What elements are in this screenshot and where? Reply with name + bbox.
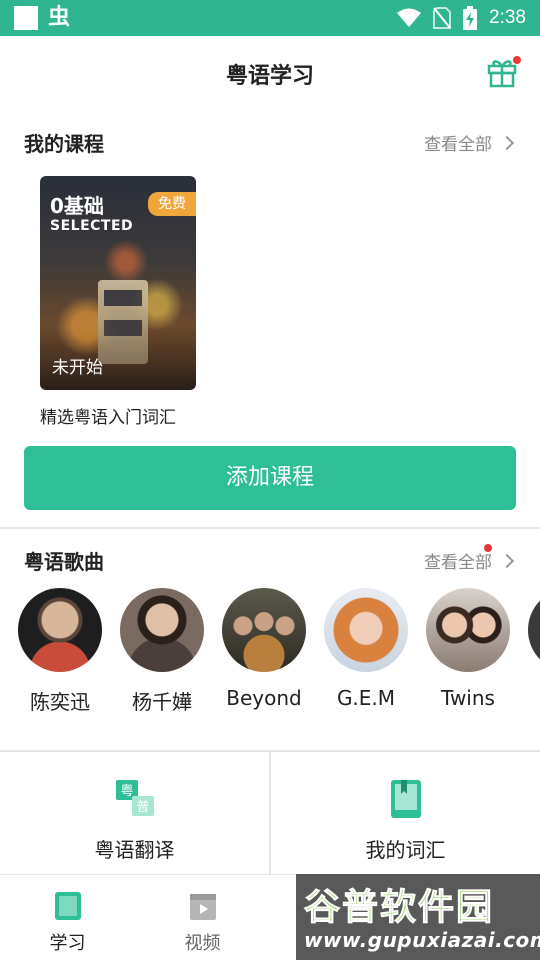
watermark-title: 谷普软件园 — [303, 887, 495, 929]
nav-label-video: 视频 — [184, 933, 221, 954]
vocab-book-icon — [390, 780, 421, 818]
study-icon — [54, 892, 81, 920]
course-name[interactable]: 精选粤语入门词汇 — [40, 403, 176, 428]
gift-notification-dot — [513, 56, 521, 64]
status-bar: 虫 2:38 — [0, 0, 540, 36]
nav-item-study[interactable]: 学习 — [0, 875, 135, 960]
translate-icon: 粤 普 — [115, 780, 154, 816]
tram-image — [98, 280, 148, 364]
singer-name: 陈奕迅 — [30, 690, 90, 714]
course-selected-label: SELECTED — [50, 218, 134, 234]
courses-view-all-link[interactable]: 查看全部 — [424, 130, 515, 155]
view-all-label: 查看全部 — [424, 553, 492, 573]
course-status: 未开始 — [52, 358, 103, 378]
free-badge: 免费 — [148, 192, 196, 216]
course-level-badge: 0基础 — [50, 194, 104, 218]
app-header: 粤语学习 — [0, 36, 540, 108]
vocab-label: 我的词汇 — [365, 838, 446, 862]
add-course-button[interactable]: 添加课程 — [24, 446, 516, 510]
singer-item[interactable]: Beyond — [222, 588, 306, 710]
nav-label-study: 学习 — [49, 933, 86, 954]
singer-avatar — [18, 588, 102, 672]
course-card[interactable]: 0基础 SELECTED 免费 未开始 — [40, 176, 196, 390]
singer-item[interactable]: 杨千嬅 — [120, 588, 204, 715]
no-sim-icon — [433, 7, 452, 29]
translate-tool[interactable]: 粤 普 粤语翻译 — [0, 752, 269, 874]
singer-item[interactable]: G.E.M — [324, 588, 408, 710]
songs-header: 粤语歌曲 查看全部 — [0, 540, 540, 580]
watermark-overlay: 谷普软件园 www.gupuxiazai.com — [296, 874, 540, 960]
wifi-icon — [397, 8, 422, 27]
translate-icon-char-cantonese: 粤 — [120, 783, 133, 799]
chevron-right-icon — [499, 135, 515, 150]
singer-avatar — [324, 588, 408, 672]
gift-button[interactable] — [486, 56, 521, 88]
singer-name: 杨千嬅 — [132, 690, 192, 714]
translate-label: 粤语翻译 — [94, 838, 175, 862]
singer-name: Beyond — [226, 686, 302, 710]
section-divider — [0, 527, 540, 529]
page-title: 粤语学习 — [225, 64, 314, 89]
battery-charging-icon — [463, 6, 478, 30]
singer-item[interactable]: 陈奕迅 — [18, 588, 102, 715]
watermark-url: www.gupuxiazai.com — [304, 928, 540, 952]
singer-name: G.E.M — [336, 686, 396, 710]
chevron-right-icon — [499, 553, 515, 568]
bug-notification-icon: 虫 — [48, 5, 71, 30]
singer-item[interactable]: Twins — [426, 588, 510, 710]
singer-name: Twins — [441, 686, 495, 710]
songs-notification-dot — [484, 544, 492, 552]
vocab-tool[interactable]: 我的词汇 — [271, 752, 540, 874]
songs-title: 粤语歌曲 — [24, 550, 104, 574]
my-courses-title: 我的课程 — [24, 132, 104, 156]
status-time: 2:38 — [489, 7, 526, 28]
singer-avatar — [222, 588, 306, 672]
singer-avatar — [426, 588, 510, 672]
singer-avatar — [528, 588, 540, 672]
translate-icon-char-mandarin: 普 — [136, 800, 149, 815]
nav-item-video[interactable]: 视频 — [135, 875, 270, 960]
notification-square-icon — [14, 6, 38, 30]
singer-avatar — [120, 588, 204, 672]
singer-item-partial[interactable] — [528, 588, 540, 672]
songs-view-all-link[interactable]: 查看全部 — [424, 548, 515, 573]
video-icon — [189, 894, 216, 920]
view-all-label: 查看全部 — [424, 135, 492, 155]
my-courses-header: 我的课程 查看全部 — [0, 122, 540, 162]
